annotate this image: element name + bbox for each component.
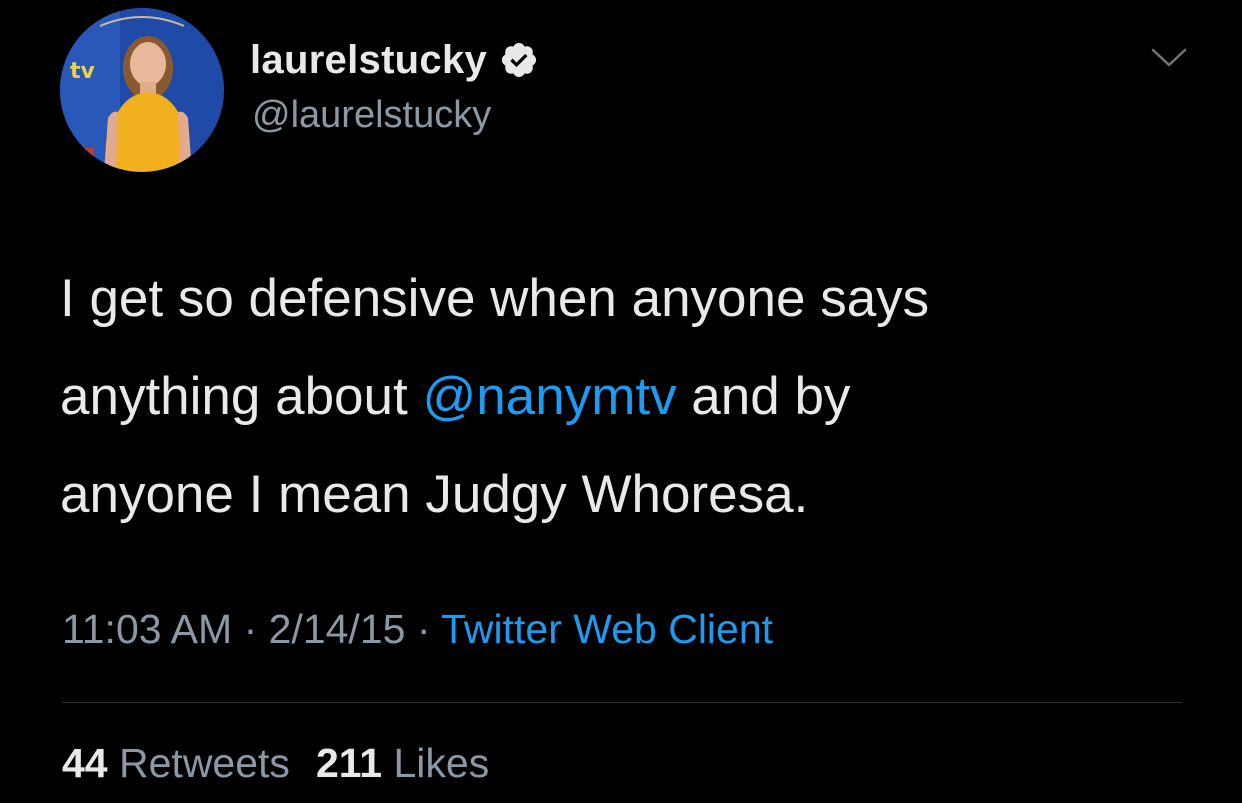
- retweets-count: 44: [62, 740, 108, 786]
- tweet-stats: 44 Retweets 211 Likes: [62, 740, 489, 787]
- likes-stat[interactable]: 211 Likes: [316, 740, 489, 786]
- tweet-detail: tv laurelstucky @laurelstucky I get so d…: [0, 0, 1242, 803]
- retweets-label: Retweets: [119, 740, 290, 786]
- tweet-text-line-2: anything about @nanymtv and by: [60, 348, 1190, 446]
- tweet-metadata: 11:03 AM · 2/14/15 · Twitter Web Client: [62, 606, 773, 653]
- chevron-down-icon[interactable]: [1150, 46, 1188, 70]
- meta-separator: ·: [405, 606, 442, 652]
- meta-separator: ·: [232, 606, 269, 652]
- retweets-stat[interactable]: 44 Retweets: [62, 740, 290, 786]
- display-name[interactable]: laurelstucky: [250, 38, 487, 83]
- tweet-text-line-3: anyone I mean Judgy Whoresa.: [60, 465, 809, 524]
- tweet-text: I get so defensive when anyone says anyt…: [60, 250, 1190, 544]
- likes-count: 211: [315, 740, 383, 786]
- tweet-text-segment: anything about: [60, 367, 423, 426]
- tweet-date[interactable]: 2/14/15: [269, 606, 406, 652]
- divider: [62, 702, 1182, 703]
- verified-badge-icon: [501, 42, 537, 78]
- author-name-row[interactable]: laurelstucky: [250, 34, 539, 86]
- tweet-time[interactable]: 11:03 AM: [62, 606, 232, 652]
- avatar[interactable]: tv: [60, 8, 224, 172]
- svg-text:tv: tv: [70, 59, 96, 84]
- author-handle[interactable]: @laurelstucky: [252, 94, 491, 137]
- likes-label: Likes: [393, 740, 490, 786]
- tweet-text-line-1: I get so defensive when anyone says: [60, 269, 930, 328]
- profile-photo: tv: [60, 8, 224, 172]
- tweet-source-link[interactable]: Twitter Web Client: [441, 606, 773, 652]
- tweet-text-segment: and by: [676, 367, 851, 426]
- mention-link[interactable]: @nanymtv: [422, 367, 676, 426]
